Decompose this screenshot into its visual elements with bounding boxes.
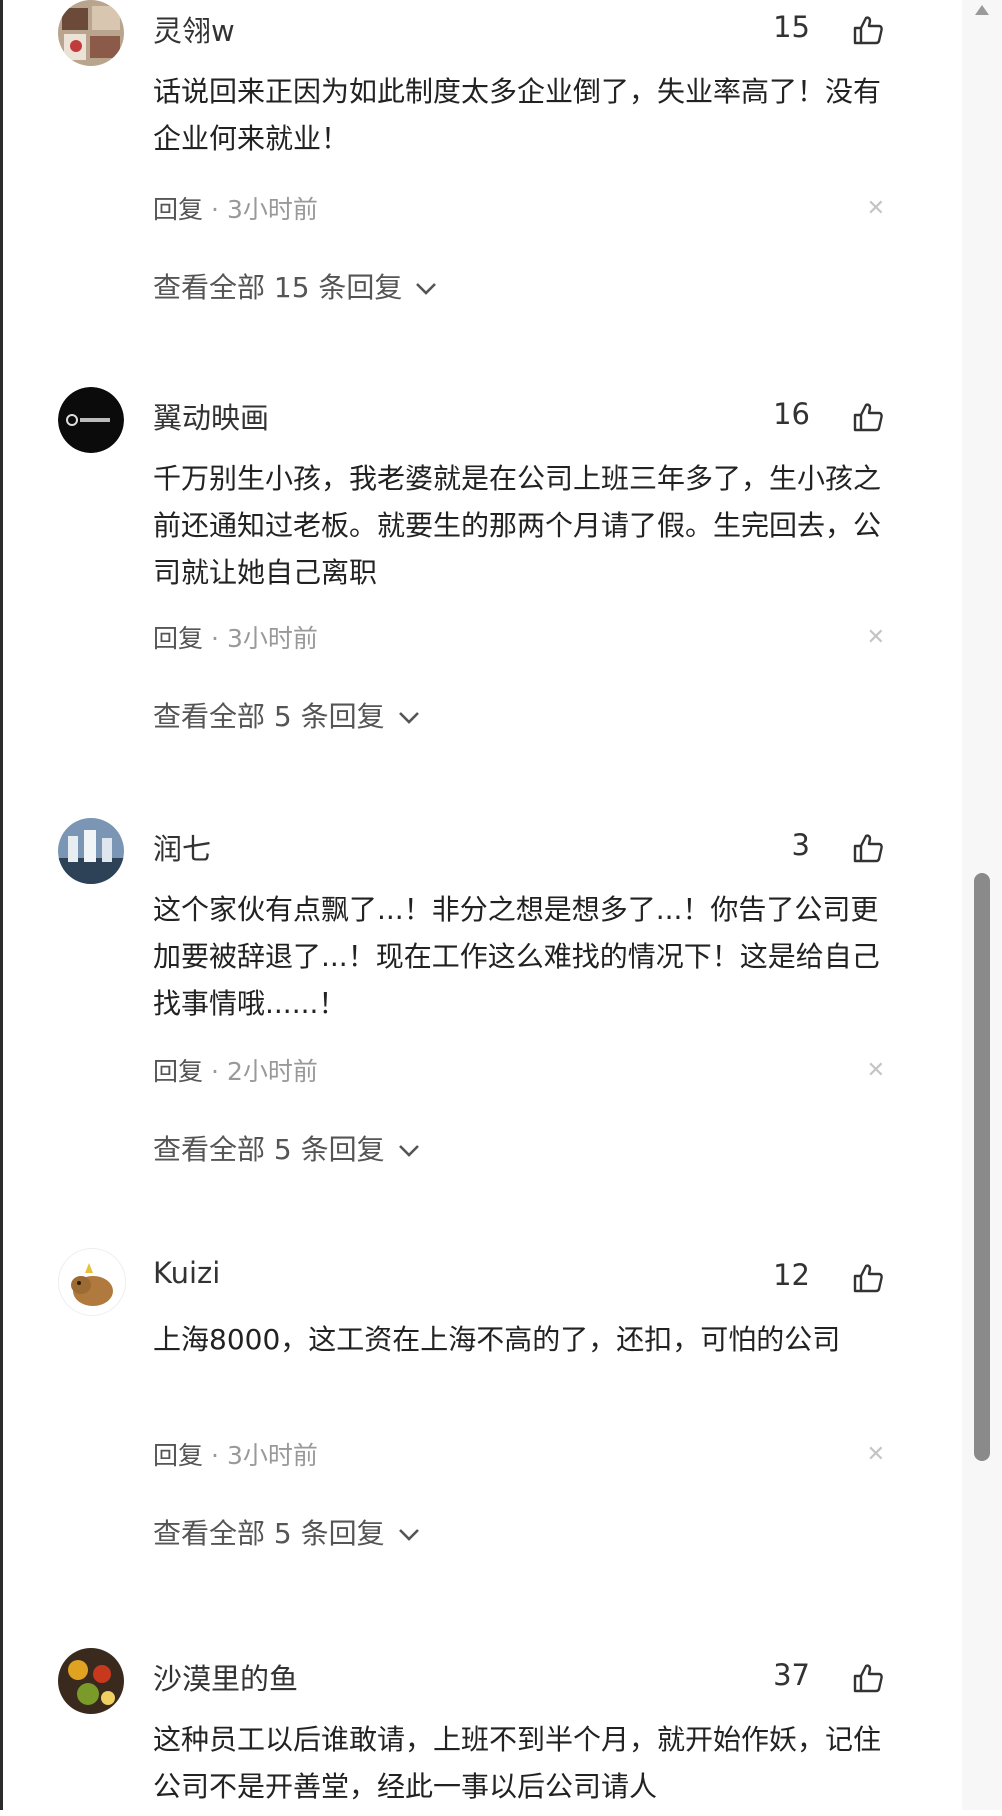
like-count: 15: [773, 10, 810, 44]
thumbs-up-icon[interactable]: [852, 401, 884, 433]
comment-text: 千万别生小孩，我老婆就是在公司上班三年多了，生小孩之前还通知过老板。就要生的那两…: [153, 462, 882, 589]
close-icon[interactable]: ✕: [867, 196, 885, 221]
comment-time: 3小时前: [226, 1441, 318, 1470]
meta-separator: ·: [211, 195, 219, 224]
avatar[interactable]: [58, 1648, 124, 1714]
view-replies-button[interactable]: 查看全部 5 条回复: [153, 695, 420, 735]
scroll-up-icon[interactable]: [975, 5, 989, 15]
window-frame-left: [0, 0, 3, 1810]
username[interactable]: 灵翎w: [153, 8, 235, 50]
meta-separator: ·: [211, 1057, 219, 1086]
like-count: 12: [773, 1258, 810, 1292]
comment-meta: 回复 · 2小时前: [153, 1052, 318, 1088]
city-photo-avatar-icon: [58, 818, 124, 884]
view-replies-button[interactable]: 查看全部 15 条回复: [153, 266, 437, 306]
comment-text: 话说回来正因为如此制度太多企业倒了，失业率高了！没有企业何来就业！: [153, 75, 882, 155]
comment-time: 3小时前: [226, 624, 318, 653]
chevron-down-icon: [416, 283, 437, 295]
reply-button[interactable]: 回复: [153, 195, 203, 224]
meta-separator: ·: [211, 1441, 219, 1470]
black-logo-avatar-icon: [58, 387, 124, 453]
reply-button[interactable]: 回复: [153, 624, 203, 653]
view-replies-button[interactable]: 查看全部 5 条回复: [153, 1512, 420, 1552]
avatar[interactable]: [58, 818, 124, 884]
username[interactable]: 沙漠里的鱼: [153, 1656, 298, 1698]
fruit-photo-avatar-icon: [58, 1648, 124, 1714]
comment-text: 这种员工以后谁敢请，上班不到半个月，就开始作妖，记住公司不是开善堂，经此一事以后…: [153, 1723, 882, 1803]
chevron-down-icon: [398, 712, 419, 724]
comment-meta: 回复 · 3小时前: [153, 619, 318, 655]
reply-button[interactable]: 回复: [153, 1441, 203, 1470]
view-replies-button[interactable]: 查看全部 5 条回复: [153, 1128, 420, 1168]
view-replies-label: 查看全部 5 条回复: [153, 1133, 385, 1166]
chevron-down-icon: [398, 1145, 419, 1157]
close-icon[interactable]: ✕: [867, 1058, 885, 1083]
comment-meta: 回复 · 3小时前: [153, 190, 318, 226]
thumbs-up-icon[interactable]: [852, 1262, 884, 1294]
close-icon[interactable]: ✕: [867, 1442, 885, 1467]
like-count: 37: [773, 1658, 810, 1692]
thumbs-up-icon[interactable]: [852, 1662, 884, 1694]
scrollbar-thumb[interactable]: [974, 873, 990, 1461]
view-replies-label: 查看全部 5 条回复: [153, 700, 385, 733]
close-icon[interactable]: ✕: [867, 625, 885, 650]
avatar[interactable]: [58, 0, 124, 66]
thumbs-up-icon[interactable]: [852, 14, 884, 46]
comment-time: 3小时前: [226, 195, 318, 224]
avatar[interactable]: [58, 1248, 126, 1316]
username[interactable]: 翼动映画: [153, 395, 269, 437]
comment-text: 这个家伙有点飘了...！非分之想是想多了...！你告了公司更加要被辞退了...！…: [153, 893, 880, 1020]
comment-text: 上海8000，这工资在上海不高的了，还扣，可怕的公司: [153, 1323, 841, 1356]
capybara-avatar-icon: [59, 1249, 125, 1315]
username[interactable]: 润七: [153, 826, 211, 868]
like-count: 16: [773, 397, 810, 431]
comment-time: 2小时前: [226, 1057, 318, 1086]
like-count: 3: [791, 828, 810, 862]
username[interactable]: Kuizi: [153, 1256, 220, 1290]
thumbs-up-icon[interactable]: [852, 832, 884, 864]
reply-button[interactable]: 回复: [153, 1057, 203, 1086]
avatar[interactable]: [58, 387, 124, 453]
comment-meta: 回复 · 3小时前: [153, 1436, 318, 1472]
photo-collage-avatar-icon: [58, 0, 124, 66]
meta-separator: ·: [211, 624, 219, 653]
chevron-down-icon: [398, 1529, 419, 1541]
vertical-scrollbar[interactable]: [962, 0, 1002, 1810]
view-replies-label: 查看全部 15 条回复: [153, 271, 403, 304]
view-replies-label: 查看全部 5 条回复: [153, 1517, 385, 1550]
